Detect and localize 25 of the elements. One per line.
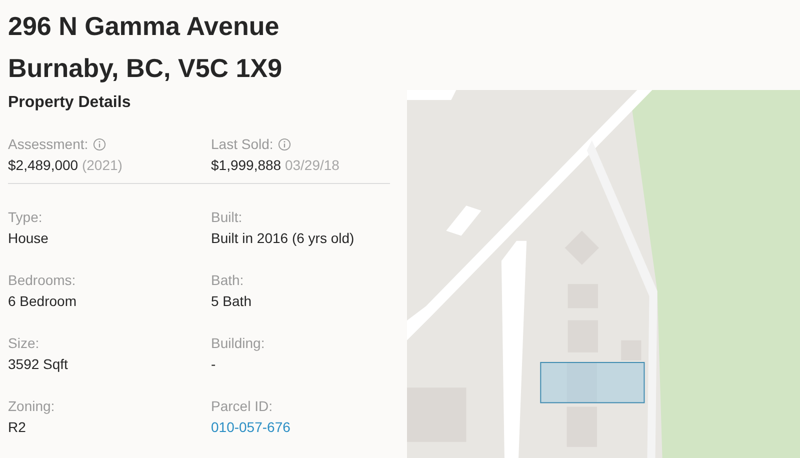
field-value: -: [211, 355, 217, 373]
field-label: Building:: [211, 334, 266, 352]
field-label: Last Sold:: [211, 135, 274, 153]
field-label: Built:: [211, 208, 244, 226]
field-label: Parcel ID:: [211, 397, 274, 415]
field-label: Zoning:: [8, 397, 56, 415]
field-label: Bedrooms:: [8, 271, 77, 289]
field-value: $2,489,000 (2021): [8, 156, 124, 174]
field-value: Built in 2016 (6 yrs old): [211, 229, 356, 247]
field-value: 3592 Sqft: [8, 355, 69, 373]
field-label: Size:: [8, 334, 40, 352]
section-heading: Property Details: [8, 93, 132, 113]
address-title: Burnaby, BC, V5C 1X9: [8, 52, 284, 85]
address-title: 296 N Gamma Avenue: [8, 10, 280, 43]
field-label: Assessment:: [8, 135, 88, 153]
field-label: Type:: [8, 208, 44, 226]
info-icon[interactable]: [93, 138, 106, 150]
field-value: R2: [8, 418, 27, 436]
field-label: Bath:: [211, 271, 245, 289]
parcel-link[interactable]: 010-057-676: [211, 418, 390, 436]
field-value: $1,999,888 03/29/18: [211, 156, 340, 174]
field-value: 6 Bedroom: [8, 292, 78, 310]
field-value: 5 Bath: [211, 292, 252, 310]
field-value: House: [8, 229, 50, 247]
info-icon[interactable]: [278, 138, 292, 150]
